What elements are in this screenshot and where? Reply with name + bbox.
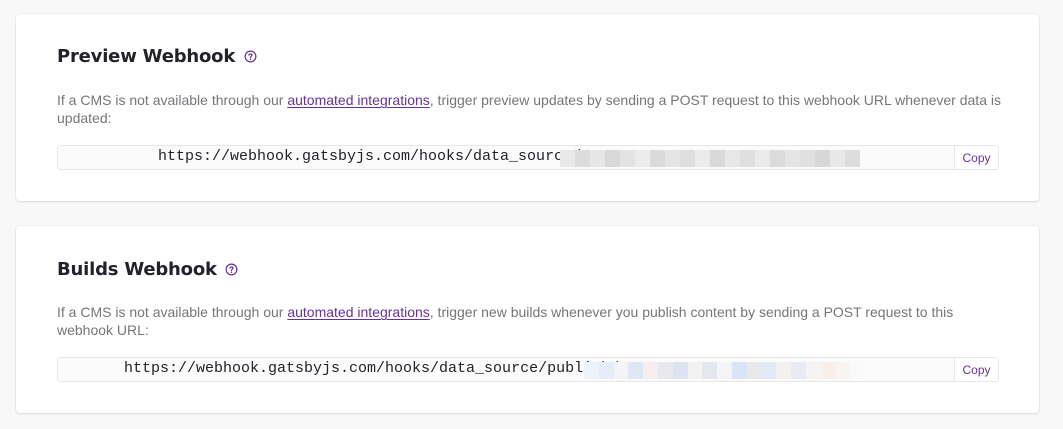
redacted-token (560, 150, 860, 167)
redacted-token (584, 362, 880, 379)
preview-webhook-url-box: https://webhook.gatsbyjs.com/hooks/data_… (57, 145, 999, 170)
preview-webhook-title: Preview Webhook (57, 46, 257, 67)
automated-integrations-link[interactable]: automated integrations (287, 304, 429, 320)
builds-desc-text-before: If a CMS is not available through our (57, 304, 288, 320)
copy-button[interactable]: Copy (954, 358, 998, 381)
builds-webhook-url: https://webhook.gatsbyjs.com/hooks/data_… (124, 360, 620, 377)
preview-webhook-title-text: Preview Webhook (57, 46, 236, 67)
builds-webhook-title: Builds Webhook (57, 259, 239, 280)
preview-desc-text-before: If a CMS is not available through our (57, 92, 288, 108)
copy-button[interactable]: Copy (954, 146, 998, 169)
preview-webhook-url-field[interactable]: https://webhook.gatsbyjs.com/hooks/data_… (58, 146, 954, 169)
builds-webhook-description: If a CMS is not available through our au… (57, 303, 1007, 339)
builds-webhook-card: Builds Webhook If a CMS is not available… (16, 226, 1039, 413)
preview-webhook-url: https://webhook.gatsbyjs.com/hooks/data_… (158, 148, 582, 165)
automated-integrations-link[interactable]: automated integrations (287, 92, 429, 108)
builds-webhook-title-text: Builds Webhook (57, 259, 217, 280)
builds-webhook-url-field[interactable]: https://webhook.gatsbyjs.com/hooks/data_… (58, 358, 954, 381)
preview-webhook-card: Preview Webhook If a CMS is not availabl… (16, 14, 1039, 201)
preview-webhook-description: If a CMS is not available through our au… (57, 91, 1007, 127)
help-icon[interactable] (243, 50, 257, 64)
builds-webhook-url-box: https://webhook.gatsbyjs.com/hooks/data_… (57, 357, 999, 382)
help-icon[interactable] (225, 263, 239, 277)
